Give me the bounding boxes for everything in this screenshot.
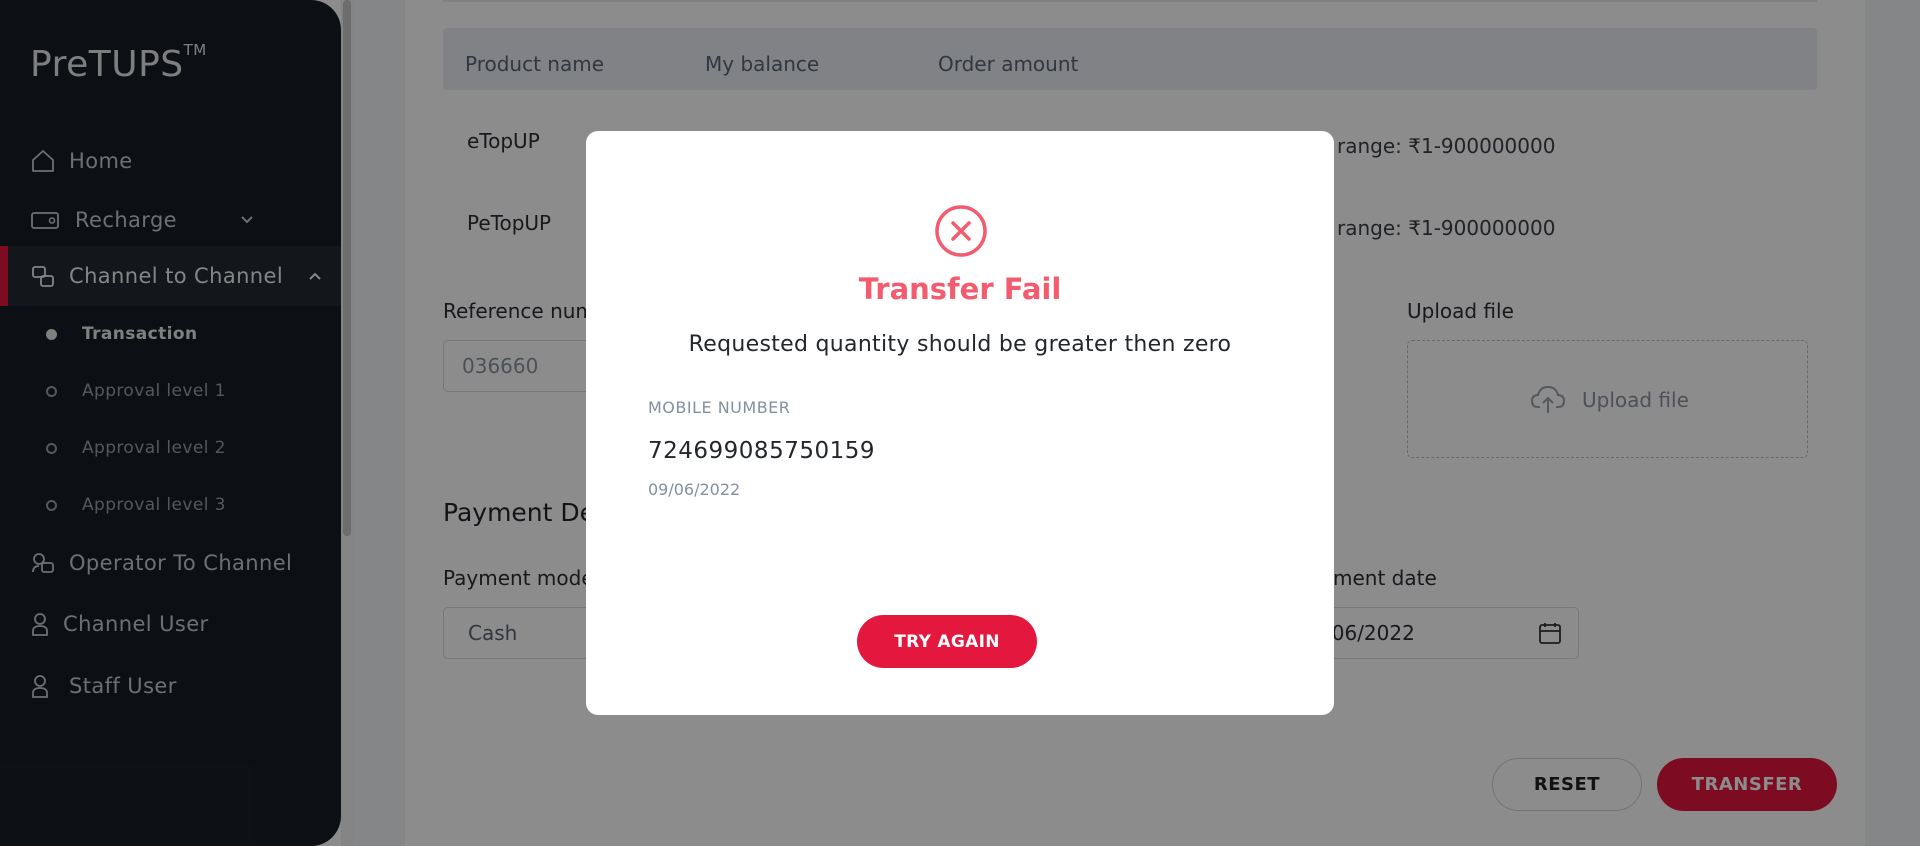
error-circle-icon — [935, 205, 987, 257]
try-again-button[interactable]: TRY AGAIN — [857, 615, 1037, 668]
dialog-message: Requested quantity should be greater the… — [688, 332, 1232, 357]
transfer-fail-dialog: Transfer Fail Requested quantity should … — [586, 131, 1334, 715]
mobile-number-label: MOBILE NUMBER — [648, 398, 791, 417]
transaction-date: 09/06/2022 — [648, 480, 741, 499]
dialog-title: Transfer Fail — [858, 272, 1062, 306]
mobile-number-value: 724699085750159 — [648, 438, 875, 464]
